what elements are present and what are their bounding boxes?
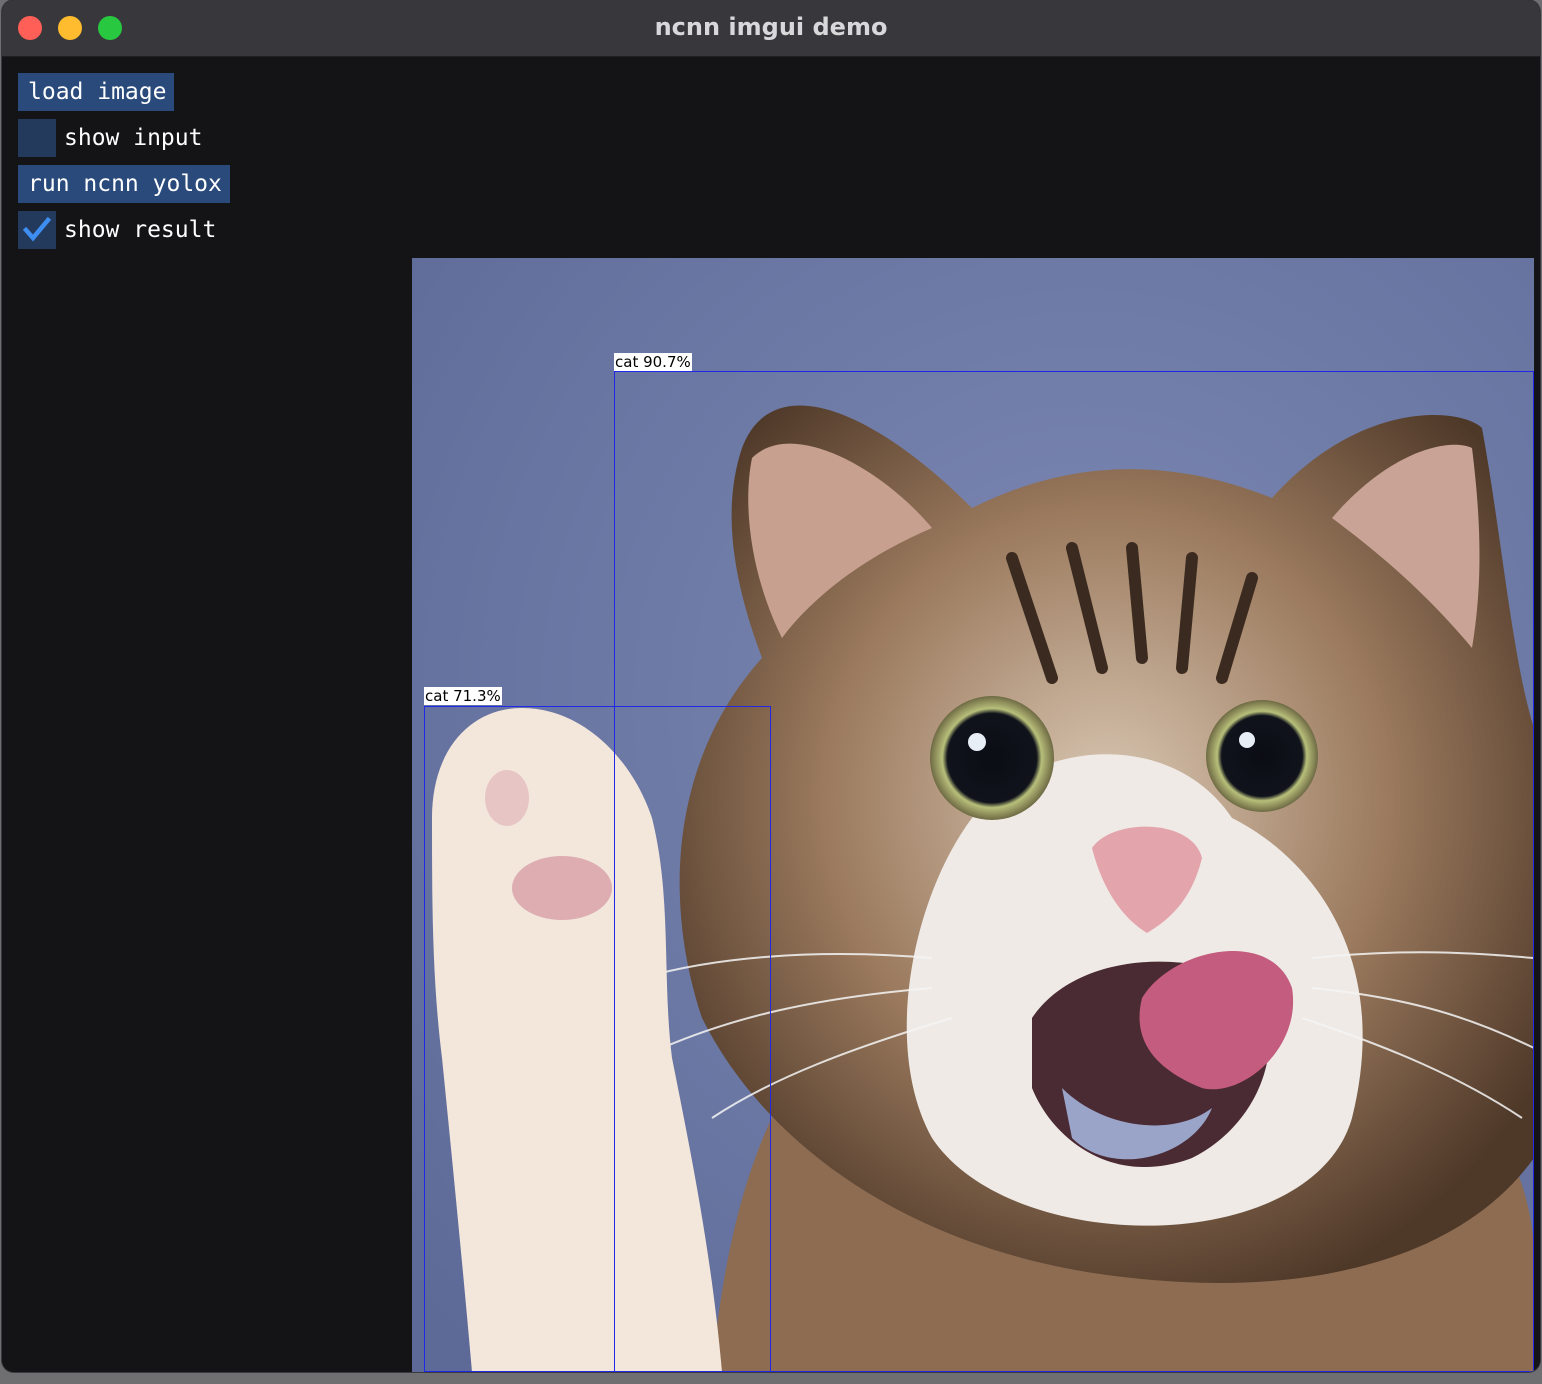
detection-label-1: cat 90.7% [614,353,692,371]
imgui-content: load image show input run ncnn yolox sho… [2,57,1540,1372]
title-bar[interactable]: ncnn imgui demo [2,0,1540,57]
load-image-button[interactable]: load image [18,73,174,111]
show-result-label: show result [64,217,217,243]
checkmark-icon [22,216,52,242]
show-input-checkbox[interactable] [18,119,56,157]
window-title: ncnn imgui demo [654,13,888,41]
result-image: cat 90.7% cat 71.3% [412,258,1534,1372]
detection-label-2: cat 71.3% [424,687,502,705]
show-result-checkbox[interactable] [18,211,56,249]
app-window: ncnn imgui demo load image show input ru… [2,0,1540,1372]
detection-box-2 [424,706,771,1372]
run-yolox-button[interactable]: run ncnn yolox [18,165,230,203]
show-input-label: show input [64,125,203,151]
